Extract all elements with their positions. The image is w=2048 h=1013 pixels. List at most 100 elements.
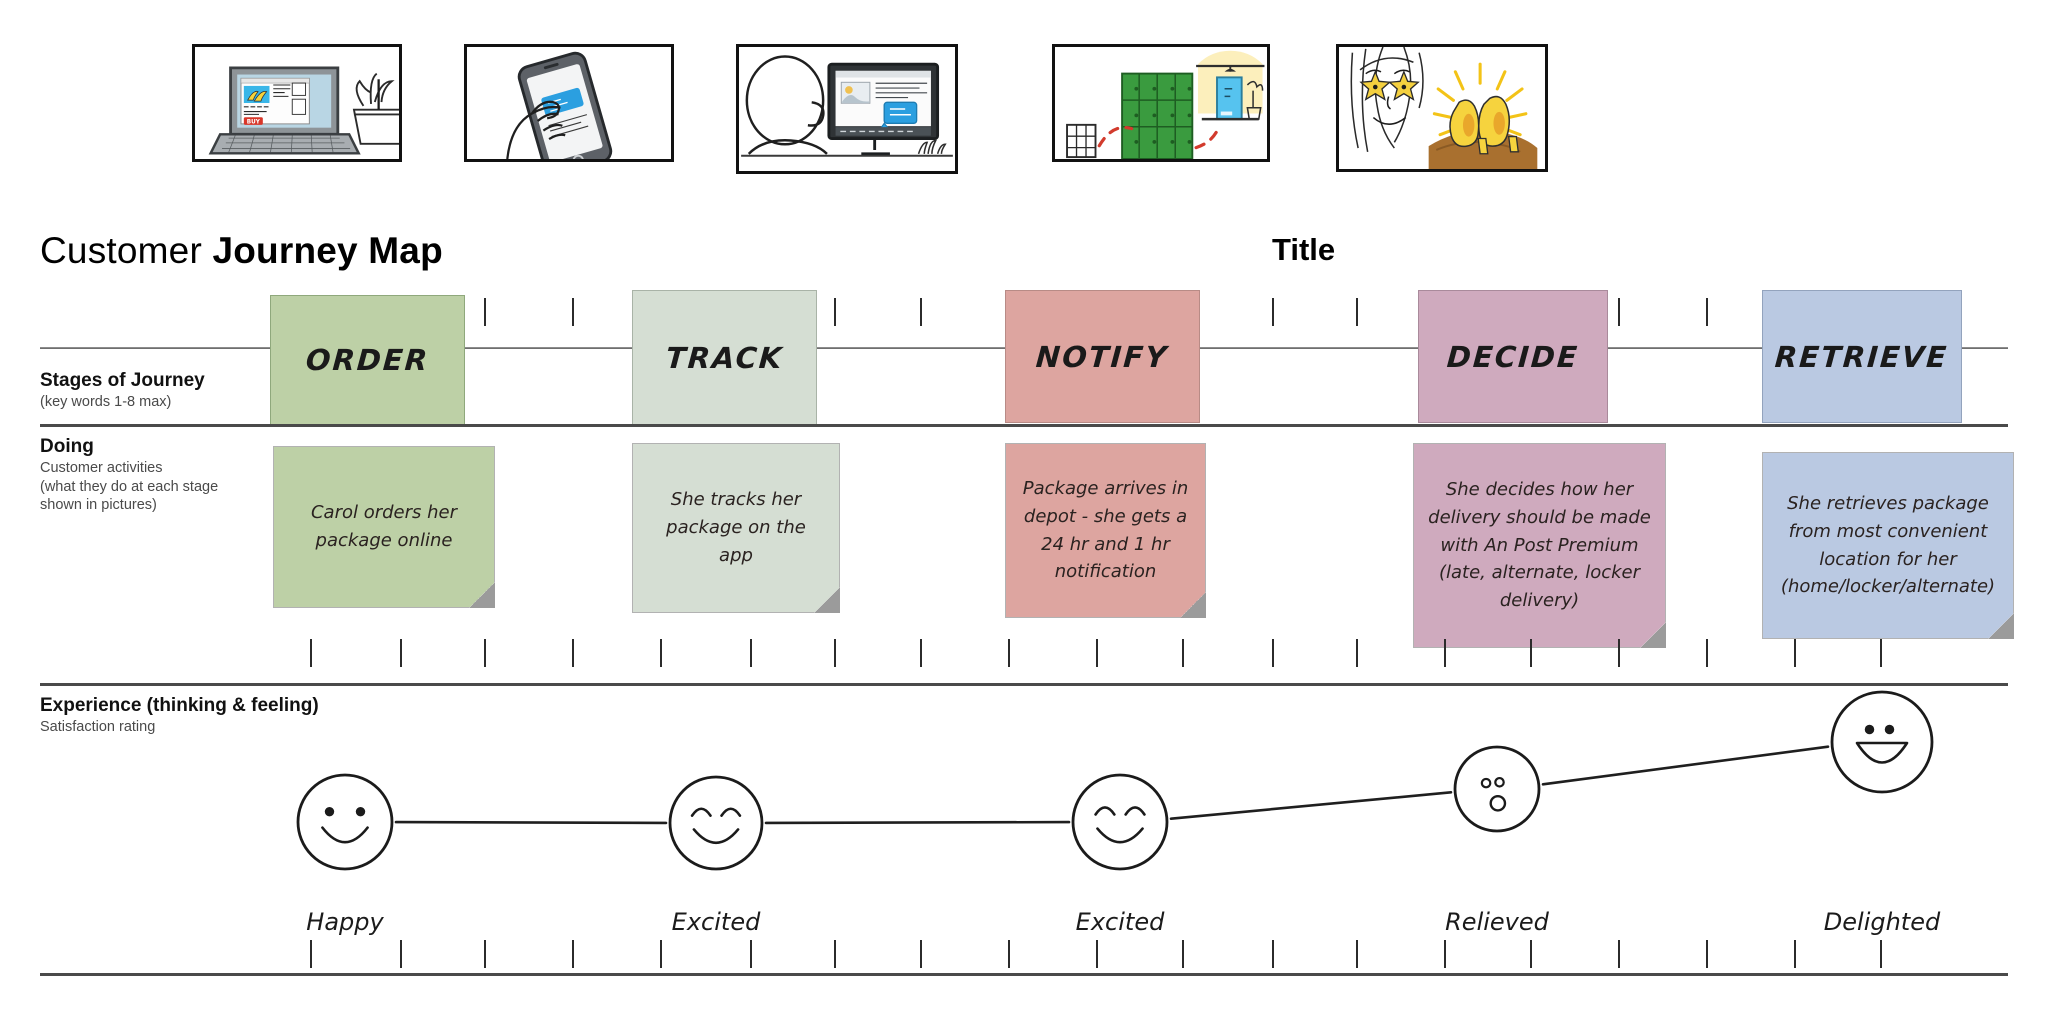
tick-mark xyxy=(920,940,922,968)
stage-label-track: TRACK xyxy=(664,340,785,375)
laptop-shopping-illustration: BUY xyxy=(192,44,402,162)
tick-mark xyxy=(1618,639,1620,667)
page-title-light: Customer xyxy=(40,230,213,271)
experience-row-divider xyxy=(40,683,2008,686)
stage-label-order: ORDER xyxy=(304,343,431,377)
note-fold-icon xyxy=(1180,592,1206,618)
tick-mark xyxy=(920,639,922,667)
bottom-divider xyxy=(40,973,2008,976)
tick-mark xyxy=(660,639,662,667)
tick-mark xyxy=(750,940,752,968)
grin-face-icon[interactable] xyxy=(1828,688,1936,796)
tick-mark xyxy=(1272,639,1274,667)
delighted-customer-illustration xyxy=(1336,44,1548,172)
doing-note-order[interactable]: Carol orders her package online xyxy=(273,446,495,608)
stage-card-retrieve[interactable]: RETRIEVE xyxy=(1762,290,1962,423)
tick-mark xyxy=(1356,298,1358,326)
tick-mark xyxy=(572,639,574,667)
satisfaction-label: Excited xyxy=(1075,908,1165,936)
tick-mark xyxy=(1618,298,1620,326)
row-label-stages: Stages of Journey (key words 1-8 max) xyxy=(40,370,205,412)
tick-mark xyxy=(834,298,836,326)
row-sub-stages: (key words 1-8 max) xyxy=(40,394,172,411)
satisfaction-label: Excited xyxy=(671,908,761,936)
tick-mark xyxy=(660,940,662,968)
svg-text:BUY: BUY xyxy=(247,119,261,125)
illustration-strip: BUY xyxy=(0,0,2048,218)
row-heading-doing: Doing xyxy=(40,436,94,457)
tick-mark xyxy=(1530,940,1532,968)
doing-row-divider xyxy=(40,424,2008,427)
arc-eyes-face-icon[interactable] xyxy=(666,773,766,873)
tick-mark xyxy=(1706,940,1708,968)
tick-mark xyxy=(1618,940,1620,968)
tick-mark xyxy=(1530,639,1532,667)
locker-delivery-illustration xyxy=(1052,44,1270,162)
row-label-experience: Experience (thinking & feeling) Satisfac… xyxy=(40,695,319,737)
tick-mark xyxy=(484,639,486,667)
tick-mark xyxy=(1706,639,1708,667)
tick-mark xyxy=(400,940,402,968)
tick-mark xyxy=(484,298,486,326)
row-sub-experience: Satisfaction rating xyxy=(40,719,156,736)
stage-label-retrieve: RETRIEVE xyxy=(1774,339,1950,374)
note-fold-icon xyxy=(1640,622,1666,648)
tick-mark xyxy=(750,639,752,667)
stage-card-order[interactable]: ORDER xyxy=(270,295,465,425)
tick-mark xyxy=(1096,940,1098,968)
satisfaction-label: Happy xyxy=(306,908,384,936)
phone-tracking-illustration xyxy=(464,44,674,162)
doing-note-track-text: She tracks her package on the app xyxy=(666,489,806,566)
stage-label-decide: DECIDE xyxy=(1445,339,1581,374)
doing-note-decide-text: She decides how her delivery should be m… xyxy=(1428,478,1651,612)
tick-mark xyxy=(1182,639,1184,667)
tick-mark xyxy=(1444,940,1446,968)
tick-mark xyxy=(310,940,312,968)
row-heading-experience: Experience (thinking & feeling) xyxy=(40,695,319,716)
note-fold-icon xyxy=(814,587,840,613)
tick-mark xyxy=(572,940,574,968)
arc-eyes-face-icon[interactable] xyxy=(1069,771,1171,873)
doing-note-order-text: Carol orders her package online xyxy=(310,502,458,551)
tick-mark xyxy=(400,639,402,667)
doc-title: Title xyxy=(1272,232,1336,267)
tick-mark xyxy=(1880,940,1882,968)
smile-face-icon[interactable] xyxy=(294,771,396,873)
doing-note-track[interactable]: She tracks her package on the app xyxy=(632,443,840,613)
tick-mark xyxy=(1272,298,1274,326)
tick-mark xyxy=(484,940,486,968)
note-fold-icon xyxy=(469,582,495,608)
row-label-doing: Doing Customer activities (what they do … xyxy=(40,436,218,515)
satisfaction-label: Relieved xyxy=(1445,908,1549,936)
tick-mark xyxy=(1880,639,1882,667)
stage-card-decide[interactable]: DECIDE xyxy=(1418,290,1608,423)
tick-mark xyxy=(920,298,922,326)
tick-mark xyxy=(1008,940,1010,968)
oh-mouth-face-icon[interactable] xyxy=(1451,743,1543,835)
tick-mark xyxy=(310,639,312,667)
row-heading-stages: Stages of Journey xyxy=(40,370,205,391)
tick-mark xyxy=(834,940,836,968)
tick-mark xyxy=(834,639,836,667)
tick-mark xyxy=(1356,940,1358,968)
stage-card-notify[interactable]: NOTIFY xyxy=(1005,290,1200,423)
stage-card-track[interactable]: TRACK xyxy=(632,290,817,425)
note-fold-icon xyxy=(1988,613,2014,639)
stage-label-notify: NOTIFY xyxy=(1035,339,1170,374)
page-title: Customer Journey Map xyxy=(40,230,443,272)
tick-mark xyxy=(1272,940,1274,968)
satisfaction-label: Delighted xyxy=(1823,908,1941,936)
doing-note-retrieve[interactable]: She retrieves package from most convenie… xyxy=(1762,452,2014,639)
doing-note-retrieve-text: She retrieves package from most convenie… xyxy=(1780,492,1996,598)
doing-note-notify[interactable]: Package arrives in depot - she gets a 24… xyxy=(1005,443,1206,618)
page-title-bold: Journey Map xyxy=(212,230,443,271)
tick-mark xyxy=(1182,940,1184,968)
journey-map-canvas: BUY Customer Journey Map Title Stages of… xyxy=(0,0,2048,1013)
tick-mark xyxy=(1794,940,1796,968)
doing-note-decide[interactable]: She decides how her delivery should be m… xyxy=(1413,443,1666,648)
doing-note-notify-text: Package arrives in depot - she gets a 24… xyxy=(1022,477,1189,583)
tick-mark xyxy=(1096,639,1098,667)
tick-mark xyxy=(1794,639,1796,667)
tick-mark xyxy=(1356,639,1358,667)
tick-mark xyxy=(1008,639,1010,667)
